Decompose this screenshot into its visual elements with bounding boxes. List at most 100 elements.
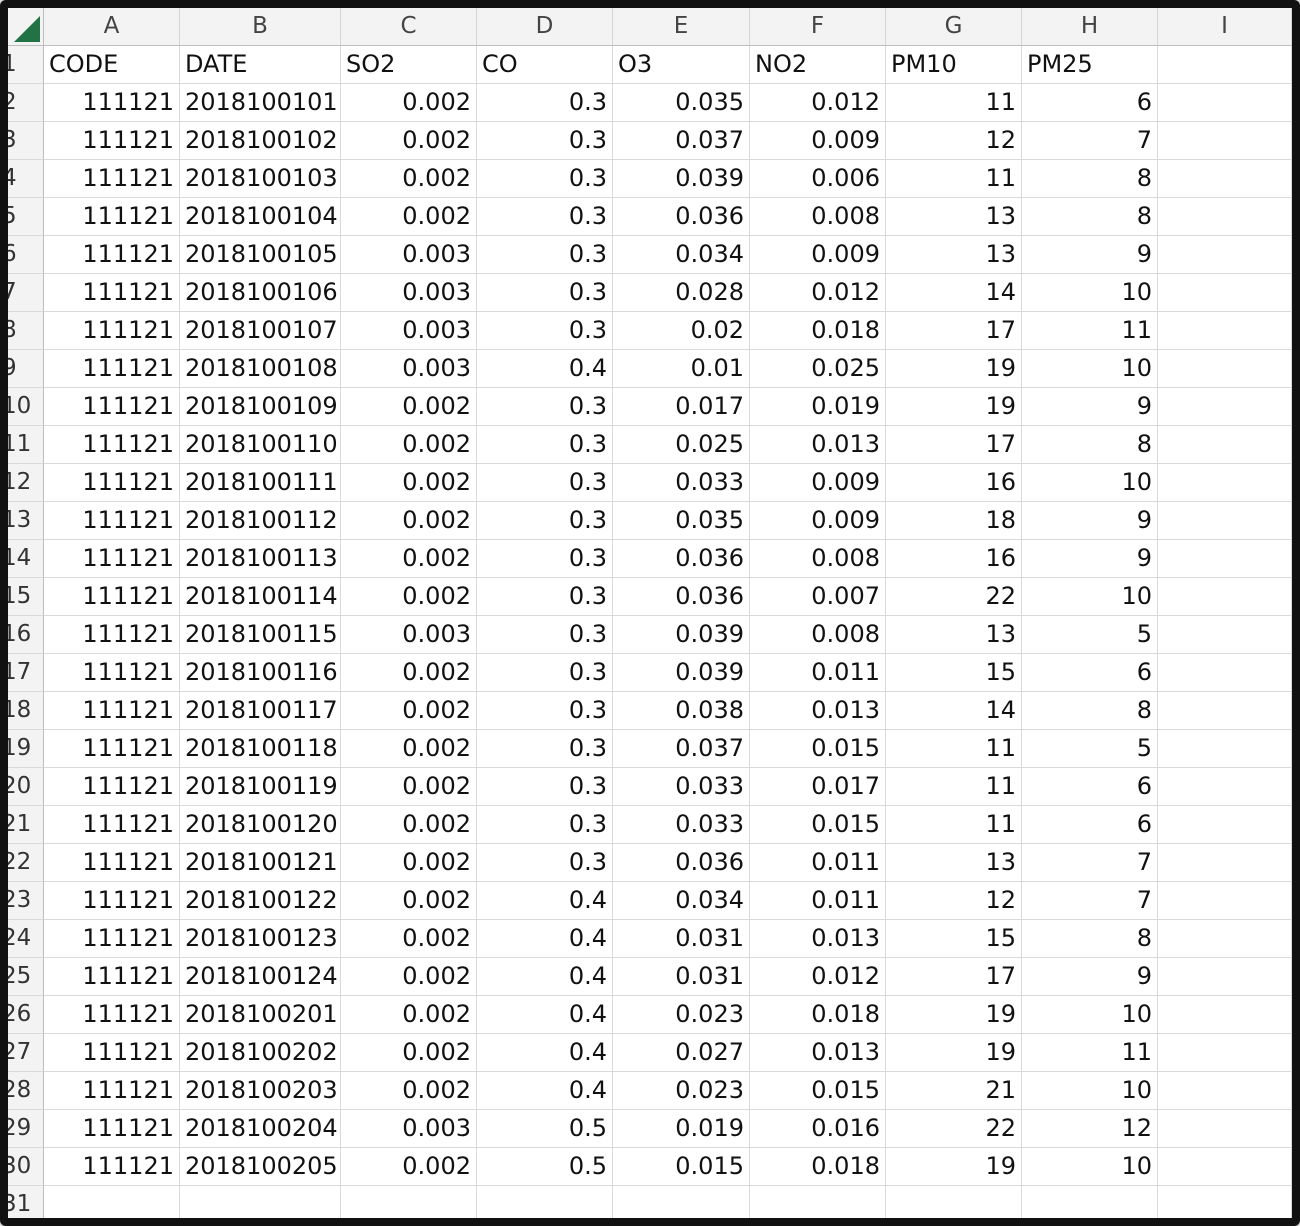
data-cell-co[interactable]: 0.3 bbox=[477, 236, 613, 274]
data-cell-so2[interactable]: 0.002 bbox=[341, 920, 477, 958]
data-cell-pm25[interactable]: 10 bbox=[1022, 578, 1158, 616]
empty-cell[interactable] bbox=[44, 1186, 180, 1218]
data-cell-o3[interactable]: 0.034 bbox=[613, 236, 750, 274]
row-header-30[interactable]: 30 bbox=[8, 1148, 44, 1186]
data-cell-co[interactable]: 0.3 bbox=[477, 844, 613, 882]
row-header-16[interactable]: 16 bbox=[8, 616, 44, 654]
data-cell-o3[interactable]: 0.036 bbox=[613, 198, 750, 236]
row-header-17[interactable]: 17 bbox=[8, 654, 44, 692]
row-header-7[interactable]: 7 bbox=[8, 274, 44, 312]
data-cell-co[interactable]: 0.4 bbox=[477, 996, 613, 1034]
data-cell-co[interactable]: 0.4 bbox=[477, 958, 613, 996]
data-cell-co[interactable]: 0.3 bbox=[477, 578, 613, 616]
data-cell-so2[interactable]: 0.003 bbox=[341, 312, 477, 350]
data-cell-date[interactable]: 2018100202 bbox=[180, 1034, 341, 1072]
data-cell-co[interactable]: 0.4 bbox=[477, 1034, 613, 1072]
data-cell-o3[interactable]: 0.019 bbox=[613, 1110, 750, 1148]
data-cell-so2[interactable]: 0.002 bbox=[341, 1072, 477, 1110]
empty-cell[interactable] bbox=[1158, 84, 1292, 122]
data-cell-code[interactable]: 111121 bbox=[44, 578, 180, 616]
data-cell-pm10[interactable]: 17 bbox=[886, 312, 1022, 350]
data-cell-pm25[interactable]: 6 bbox=[1022, 84, 1158, 122]
row-header-13[interactable]: 13 bbox=[8, 502, 44, 540]
data-cell-so2[interactable]: 0.003 bbox=[341, 236, 477, 274]
data-cell-pm10[interactable]: 21 bbox=[886, 1072, 1022, 1110]
data-cell-date[interactable]: 2018100109 bbox=[180, 388, 341, 426]
row-header-18[interactable]: 18 bbox=[8, 692, 44, 730]
data-cell-pm10[interactable]: 13 bbox=[886, 844, 1022, 882]
column-header-h[interactable]: H bbox=[1022, 8, 1158, 46]
data-cell-date[interactable]: 2018100124 bbox=[180, 958, 341, 996]
empty-cell[interactable] bbox=[1158, 1186, 1292, 1218]
data-cell-o3[interactable]: 0.01 bbox=[613, 350, 750, 388]
data-cell-so2[interactable]: 0.002 bbox=[341, 426, 477, 464]
data-cell-o3[interactable]: 0.031 bbox=[613, 958, 750, 996]
data-cell-co[interactable]: 0.3 bbox=[477, 692, 613, 730]
data-cell-o3[interactable]: 0.034 bbox=[613, 882, 750, 920]
data-cell-so2[interactable]: 0.003 bbox=[341, 1110, 477, 1148]
empty-cell[interactable] bbox=[1158, 996, 1292, 1034]
data-cell-so2[interactable]: 0.002 bbox=[341, 464, 477, 502]
data-cell-so2[interactable]: 0.002 bbox=[341, 540, 477, 578]
data-cell-pm10[interactable]: 11 bbox=[886, 84, 1022, 122]
data-cell-code[interactable]: 111121 bbox=[44, 426, 180, 464]
row-header-20[interactable]: 20 bbox=[8, 768, 44, 806]
data-cell-no2[interactable]: 0.015 bbox=[750, 806, 886, 844]
data-cell-pm25[interactable]: 9 bbox=[1022, 388, 1158, 426]
data-cell-date[interactable]: 2018100116 bbox=[180, 654, 341, 692]
data-cell-no2[interactable]: 0.025 bbox=[750, 350, 886, 388]
data-cell-code[interactable]: 111121 bbox=[44, 502, 180, 540]
empty-cell[interactable] bbox=[1158, 388, 1292, 426]
data-cell-pm10[interactable]: 19 bbox=[886, 1148, 1022, 1186]
data-cell-so2[interactable]: 0.002 bbox=[341, 122, 477, 160]
row-header-25[interactable]: 25 bbox=[8, 958, 44, 996]
empty-cell[interactable] bbox=[180, 1186, 341, 1218]
data-cell-pm25[interactable]: 10 bbox=[1022, 1072, 1158, 1110]
data-cell-pm25[interactable]: 10 bbox=[1022, 350, 1158, 388]
data-cell-date[interactable]: 2018100121 bbox=[180, 844, 341, 882]
data-cell-pm25[interactable]: 11 bbox=[1022, 312, 1158, 350]
data-cell-pm10[interactable]: 17 bbox=[886, 426, 1022, 464]
data-cell-date[interactable]: 2018100122 bbox=[180, 882, 341, 920]
data-cell-pm25[interactable]: 9 bbox=[1022, 236, 1158, 274]
data-cell-pm10[interactable]: 13 bbox=[886, 236, 1022, 274]
data-cell-date[interactable]: 2018100105 bbox=[180, 236, 341, 274]
empty-cell[interactable] bbox=[1158, 1110, 1292, 1148]
data-cell-so2[interactable]: 0.002 bbox=[341, 768, 477, 806]
data-cell-date[interactable]: 2018100205 bbox=[180, 1148, 341, 1186]
row-header-6[interactable]: 6 bbox=[8, 236, 44, 274]
data-cell-date[interactable]: 2018100201 bbox=[180, 996, 341, 1034]
data-cell-date[interactable]: 2018100204 bbox=[180, 1110, 341, 1148]
data-cell-so2[interactable]: 0.002 bbox=[341, 882, 477, 920]
data-cell-o3[interactable]: 0.039 bbox=[613, 616, 750, 654]
empty-cell[interactable] bbox=[1158, 616, 1292, 654]
data-cell-co[interactable]: 0.3 bbox=[477, 768, 613, 806]
row-header-29[interactable]: 29 bbox=[8, 1110, 44, 1148]
data-cell-o3[interactable]: 0.033 bbox=[613, 806, 750, 844]
data-cell-so2[interactable]: 0.002 bbox=[341, 1148, 477, 1186]
header-cell-co[interactable]: CO bbox=[477, 46, 613, 84]
data-cell-so2[interactable]: 0.003 bbox=[341, 350, 477, 388]
data-cell-code[interactable]: 111121 bbox=[44, 122, 180, 160]
data-cell-o3[interactable]: 0.027 bbox=[613, 1034, 750, 1072]
column-header-i[interactable]: I bbox=[1158, 8, 1292, 46]
row-header-10[interactable]: 10 bbox=[8, 388, 44, 426]
data-cell-code[interactable]: 111121 bbox=[44, 198, 180, 236]
data-cell-o3[interactable]: 0.037 bbox=[613, 730, 750, 768]
data-cell-no2[interactable]: 0.007 bbox=[750, 578, 886, 616]
column-header-b[interactable]: B bbox=[180, 8, 341, 46]
data-cell-no2[interactable]: 0.017 bbox=[750, 768, 886, 806]
row-header-27[interactable]: 27 bbox=[8, 1034, 44, 1072]
data-cell-co[interactable]: 0.5 bbox=[477, 1148, 613, 1186]
data-cell-o3[interactable]: 0.033 bbox=[613, 768, 750, 806]
data-cell-date[interactable]: 2018100110 bbox=[180, 426, 341, 464]
data-cell-code[interactable]: 111121 bbox=[44, 274, 180, 312]
data-cell-pm10[interactable]: 19 bbox=[886, 350, 1022, 388]
data-cell-no2[interactable]: 0.011 bbox=[750, 882, 886, 920]
row-header-31[interactable]: 31 bbox=[8, 1186, 44, 1218]
column-header-g[interactable]: G bbox=[886, 8, 1022, 46]
data-cell-o3[interactable]: 0.037 bbox=[613, 122, 750, 160]
data-cell-pm10[interactable]: 22 bbox=[886, 578, 1022, 616]
data-cell-o3[interactable]: 0.039 bbox=[613, 160, 750, 198]
data-cell-o3[interactable]: 0.038 bbox=[613, 692, 750, 730]
